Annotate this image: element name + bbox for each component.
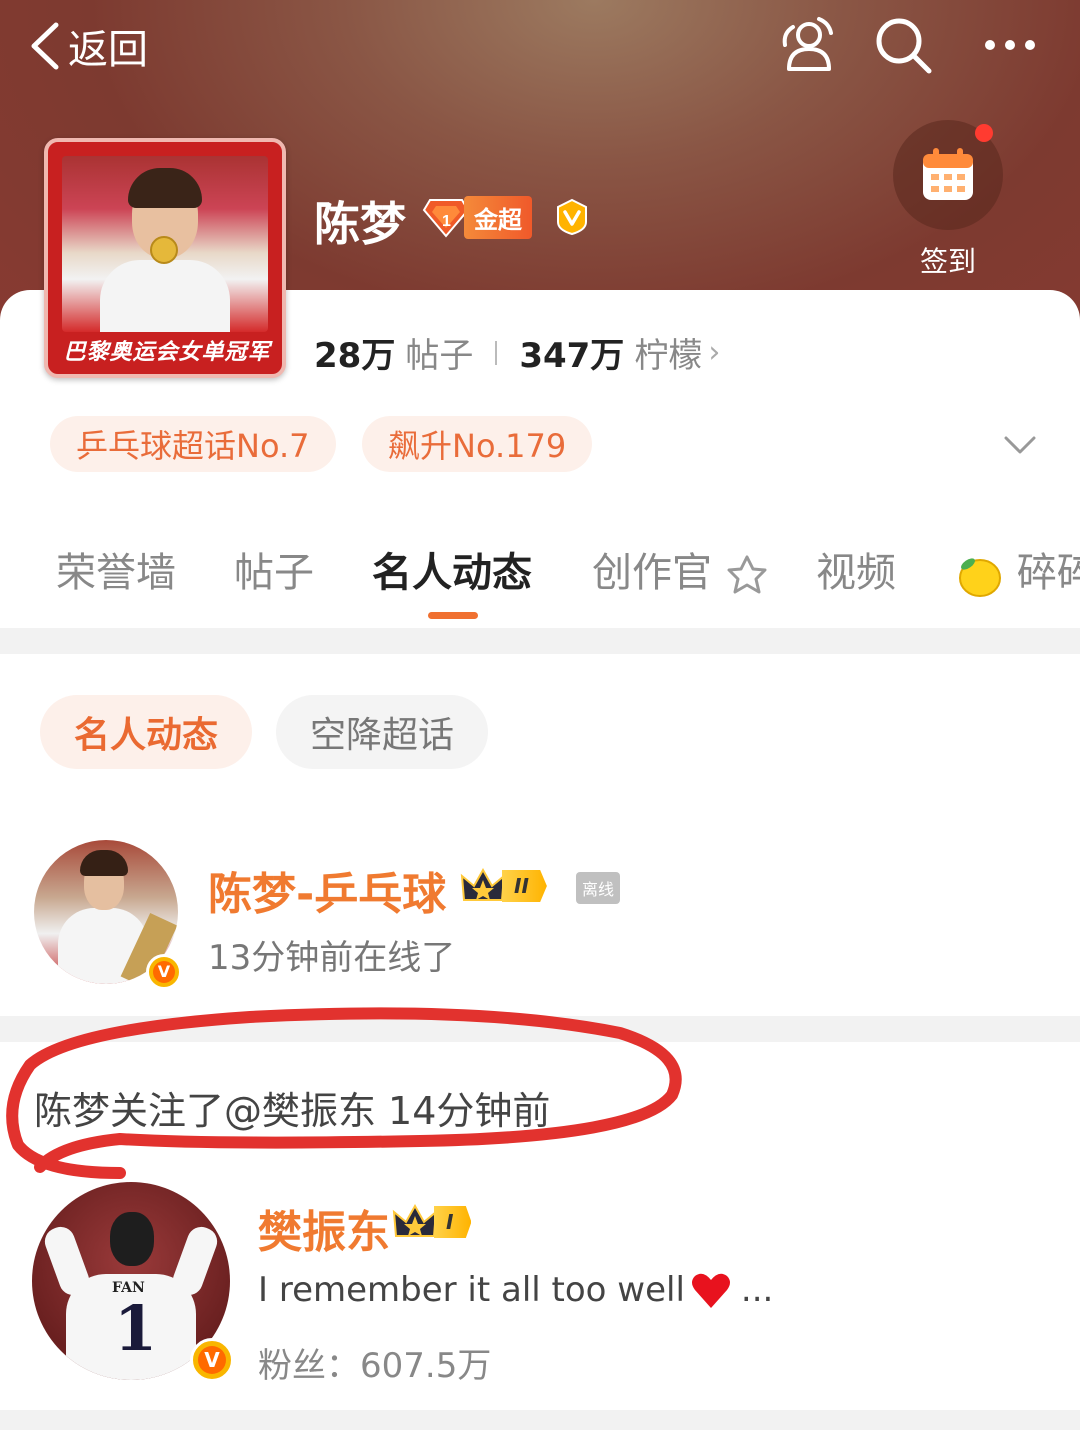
user-bio-text: I remember it all too well — [258, 1270, 685, 1310]
back-button[interactable]: 返回 — [28, 14, 148, 78]
jersey-number: 1 — [114, 1292, 158, 1365]
rank-pill-rising[interactable]: 飙升No.179 — [362, 416, 593, 472]
level-tag: I — [434, 1206, 472, 1238]
stats-divider — [495, 340, 498, 365]
fan-level-badge: II — [460, 866, 547, 906]
chevron-left-icon — [31, 22, 59, 70]
crown-icon — [460, 867, 506, 901]
last-online-text: 13分钟前在线了 — [208, 938, 456, 978]
search-button[interactable] — [868, 10, 938, 80]
more-dots-icon — [985, 40, 1035, 50]
verified-v-icon — [557, 198, 587, 236]
tab-bar: 荣誉墙 帖子 名人动态 创作官 视频 碎碎 — [0, 540, 1080, 620]
fans-count-line: 粉丝：607.5万 — [258, 1338, 491, 1387]
offline-status-tag: 离线 — [576, 872, 621, 904]
user-bio: I remember it all too well ... — [258, 1268, 773, 1312]
user-name-chenmeng[interactable]: 陈梦-乒乓球 — [208, 858, 446, 922]
heart-icon — [691, 1273, 730, 1308]
fans-label: 粉丝： — [258, 1346, 360, 1386]
follow-activity-message: 陈梦关注了@樊振东 — [34, 1089, 377, 1133]
subtab-celebrity-updates[interactable]: 名人动态 — [40, 695, 253, 769]
search-icon — [876, 18, 932, 74]
user-name-fanzhendong[interactable]: 樊振东 — [258, 1196, 390, 1260]
section-divider — [0, 1016, 1080, 1042]
follow-activity-time: 14分钟前 — [388, 1089, 551, 1133]
active-tab-indicator — [428, 612, 478, 619]
notification-dot — [975, 124, 993, 142]
avatar-caption: 巴黎奥运会女单冠军 — [63, 339, 271, 365]
bottom-divider — [0, 1410, 1080, 1430]
people-button[interactable] — [770, 10, 840, 80]
crown-icon — [392, 1203, 438, 1237]
verified-v-icon: V — [190, 1338, 234, 1382]
chevron-down-icon[interactable] — [1000, 424, 1040, 464]
people-icon — [782, 17, 833, 71]
verified-v-icon: V — [146, 954, 182, 990]
gold-badge-label: 金超 — [464, 195, 532, 239]
creator-badge-icon — [727, 555, 767, 594]
tab-fragments-label: 碎碎 — [1016, 550, 1080, 596]
lemons-count: 347万 — [519, 336, 625, 376]
tab-creator-label: 创作官 — [592, 550, 712, 596]
tab-fragments[interactable]: 碎碎 — [954, 540, 1080, 600]
checkin-button[interactable] — [893, 120, 1003, 230]
tab-honor-wall[interactable]: 荣誉墙 — [56, 540, 176, 598]
avatar-head — [110, 1212, 154, 1266]
avatar-shirt — [100, 260, 230, 332]
avatar-photo — [62, 156, 268, 332]
chevron-right-icon: › — [708, 335, 721, 370]
level-tag: II — [502, 870, 547, 902]
stats-row[interactable]: 28万 帖子 347万 柠檬 › — [314, 328, 720, 377]
tab-creator[interactable]: 创作官 — [592, 540, 769, 598]
lemon-icon — [959, 558, 1001, 597]
rank-pill-topic[interactable]: 乒乓球超话No.7 — [50, 416, 336, 472]
checkin-label: 签到 — [919, 245, 976, 278]
tab-celebrity-updates[interactable]: 名人动态 — [372, 540, 532, 598]
more-button[interactable] — [975, 10, 1045, 80]
avatar-hair — [128, 168, 202, 208]
follow-activity-text: 陈梦关注了@樊振东 14分钟前 — [34, 1080, 550, 1135]
tab-videos[interactable]: 视频 — [816, 540, 896, 598]
gold-medal — [150, 236, 178, 264]
avatar-hair — [80, 850, 128, 876]
top-nav-bar: 返回 — [0, 0, 1080, 95]
back-label: 返回 — [68, 27, 148, 73]
fans-count: 607.5万 — [360, 1346, 492, 1386]
subtab-airdrop-topic[interactable]: 空降超话 — [276, 695, 489, 769]
posts-count: 28万 — [314, 336, 396, 376]
profile-name: 陈梦 — [314, 197, 406, 251]
bio-ellipsis: ... — [740, 1270, 774, 1310]
tab-posts[interactable]: 帖子 — [234, 540, 314, 598]
gold-super-badge[interactable]: 1 金超 — [422, 195, 532, 239]
profile-avatar[interactable]: 巴黎奥运会女单冠军 — [44, 138, 286, 378]
calendar-icon — [923, 148, 973, 200]
svg-text:1: 1 — [442, 213, 451, 230]
lemons-label: 柠檬 — [634, 336, 703, 376]
fan-level-badge: I — [392, 1202, 472, 1242]
section-divider — [0, 628, 1080, 654]
diamond-icon: 1 — [422, 199, 470, 238]
posts-label: 帖子 — [405, 336, 474, 376]
